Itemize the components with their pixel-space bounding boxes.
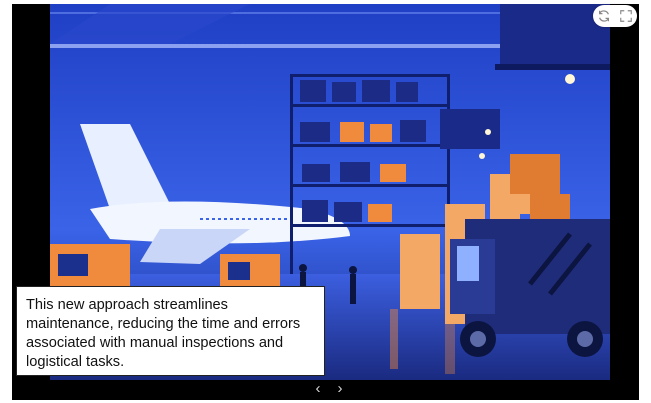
chevron-left-icon: ‹ — [315, 380, 321, 397]
previous-slide-button[interactable]: ‹ — [310, 380, 326, 398]
fullscreen-icon — [620, 10, 632, 22]
chevron-right-icon: › — [337, 380, 343, 397]
caption-text: This new approach streamlines maintenanc… — [26, 297, 301, 370]
refresh-icon — [599, 10, 609, 22]
fullscreen-button[interactable] — [618, 8, 634, 24]
next-slide-button[interactable]: › — [332, 380, 348, 398]
refresh-button[interactable] — [596, 8, 612, 24]
viewer-controls — [593, 5, 637, 27]
slide-frame: This new approach streamlines maintenanc… — [12, 4, 639, 400]
slide-caption: This new approach streamlines maintenanc… — [16, 286, 325, 376]
